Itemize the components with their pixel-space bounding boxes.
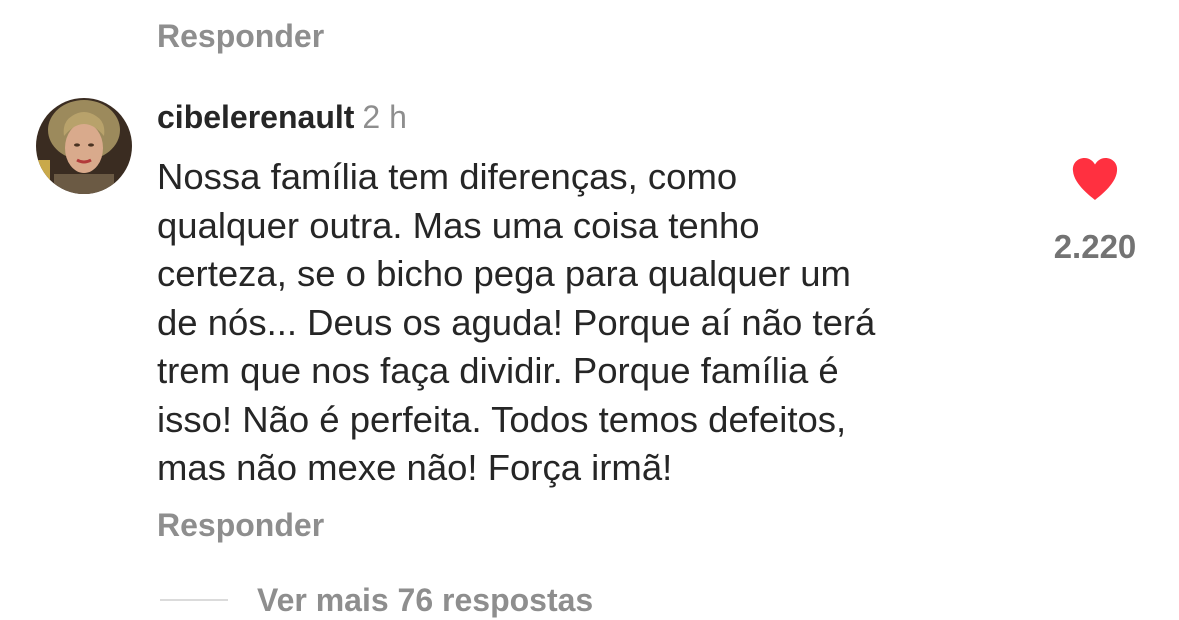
reply-button[interactable]: Responder bbox=[157, 507, 324, 544]
comment-timestamp: 2 h bbox=[362, 99, 407, 135]
like-button[interactable] bbox=[1071, 157, 1119, 201]
heart-filled-icon bbox=[1072, 158, 1118, 200]
comment-header: cibelerenault 2 h bbox=[157, 99, 407, 136]
divider-line bbox=[160, 599, 228, 601]
view-more-replies-button[interactable]: Ver mais 76 respostas bbox=[160, 580, 593, 620]
comment-text-line: qualquer outra. Mas uma coisa tenho bbox=[157, 204, 760, 246]
comment-username[interactable]: cibelerenault bbox=[157, 99, 354, 135]
comment-text-line: mas não mexe não! Força irmã! bbox=[157, 447, 673, 488]
comment-text-line: de nós... Deus os aguda! Porque aí não t… bbox=[157, 301, 876, 343]
comment-text-line: trem que nos faça dividir. Porque famíli… bbox=[157, 350, 839, 391]
like-count: 2.220 bbox=[1053, 228, 1137, 265]
avatar-image bbox=[36, 98, 132, 194]
avatar[interactable] bbox=[36, 98, 132, 194]
comment-text-line: isso! Não é perfeita. Todos temos defeit… bbox=[157, 398, 847, 440]
view-more-replies-label: Ver mais 76 respostas bbox=[257, 581, 594, 618]
comment-text: Nossa família tem diferenças, como qualq… bbox=[157, 153, 1017, 493]
comment-text-line: certeza, se o bicho pega para qualquer u… bbox=[157, 253, 851, 294]
comment-text-line: Nossa família tem diferenças, como bbox=[157, 156, 738, 197]
reply-button-previous[interactable]: Responder bbox=[157, 18, 324, 55]
